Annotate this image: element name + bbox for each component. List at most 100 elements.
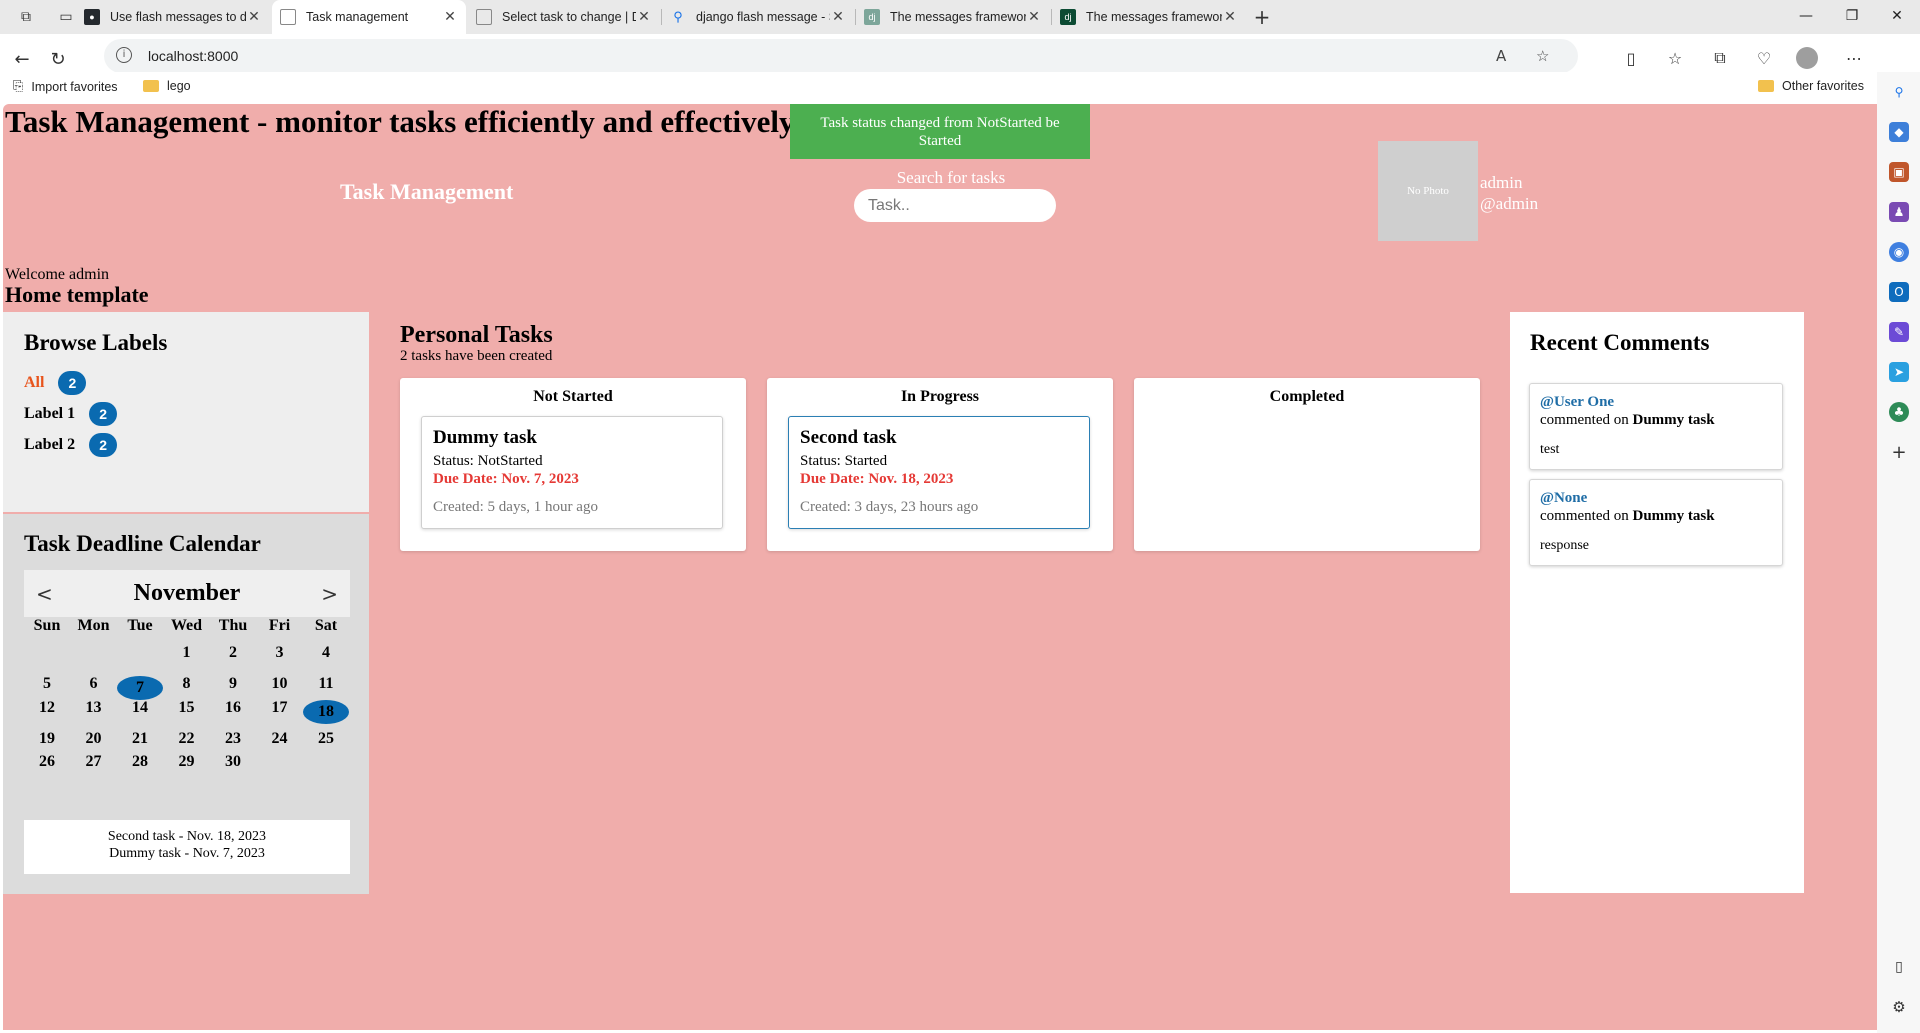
avatar[interactable]: No Photo — [1378, 141, 1478, 241]
folder-icon — [1758, 80, 1774, 92]
column-title: In Progress — [900, 388, 980, 405]
calendar-day[interactable]: 17 — [257, 696, 303, 720]
calendar-day[interactable]: 6 — [71, 672, 117, 696]
prev-month-button[interactable]: < — [36, 582, 53, 606]
tools-icon[interactable]: ▣ — [1889, 162, 1909, 182]
calendar-day[interactable]: 28 — [117, 750, 163, 774]
close-tab-icon[interactable]: ✕ — [636, 9, 652, 25]
restore-icon[interactable]: ❐ — [1829, 0, 1875, 32]
calendar-day[interactable]: 30 — [210, 750, 256, 774]
tab-github[interactable]: ● Use flash messages to display up ✕ — [76, 0, 270, 34]
close-tab-icon[interactable]: ✕ — [1026, 9, 1042, 25]
url-field[interactable]: i localhost:8000 A ☆ — [104, 39, 1578, 73]
brand-link[interactable]: Task Management — [340, 179, 513, 205]
next-month-button[interactable]: > — [321, 582, 338, 606]
calendar-day[interactable]: 19 — [24, 727, 70, 751]
tab-django-admin[interactable]: Select task to change | Django si ✕ — [468, 0, 660, 34]
profile-icon[interactable] — [1795, 46, 1819, 70]
read-aloud-icon[interactable]: A — [1496, 47, 1506, 65]
user-name[interactable]: admin — [1480, 172, 1523, 193]
favorites-icon[interactable]: ☆ — [1663, 46, 1687, 70]
calendar-day[interactable]: 27 — [71, 750, 117, 774]
calendar-day[interactable]: 1 — [164, 641, 210, 665]
outlook-icon[interactable]: O — [1889, 282, 1909, 302]
comment-user-link[interactable]: @User One — [1540, 393, 1772, 411]
tab-search[interactable]: ⚲ django flash message - Search ✕ — [662, 0, 854, 34]
calendar-day[interactable]: 10 — [257, 672, 303, 696]
shopping-icon[interactable]: ◆ — [1889, 122, 1909, 142]
label-2[interactable]: Label 2 2 — [24, 433, 118, 457]
url-text[interactable]: localhost:8000 — [148, 48, 238, 64]
calendar-day[interactable]: 29 — [164, 750, 210, 774]
close-tab-icon[interactable]: ✕ — [246, 9, 262, 25]
calendar-day[interactable]: 22 — [164, 727, 210, 751]
new-tab-icon[interactable]: + — [1252, 5, 1272, 29]
calendar-day[interactable]: 2 — [210, 641, 256, 665]
search-icon[interactable]: ⚲ — [1889, 82, 1909, 102]
other-favorites-link[interactable]: Other favorites — [1758, 79, 1864, 93]
calendar-day[interactable]: 26 — [24, 750, 70, 774]
calendar-day[interactable]: 16 — [210, 696, 256, 720]
more-options-icon[interactable]: ⋯ — [1842, 46, 1866, 70]
close-tab-icon[interactable]: ✕ — [442, 9, 458, 25]
sidebar-toggle-icon[interactable]: ▯ — [1889, 957, 1909, 977]
label-count-badge: 2 — [58, 371, 87, 395]
back-icon[interactable]: ← — [6, 43, 38, 75]
task-created: Created: 3 days, 23 hours ago — [800, 499, 979, 515]
site-info-icon[interactable]: i — [116, 47, 132, 63]
calendar-day[interactable]: 25 — [303, 727, 349, 751]
collections-icon[interactable]: ⧉ — [1708, 46, 1732, 70]
workspaces-icon[interactable]: ⧉ — [16, 7, 36, 27]
weekday-label: Sun — [33, 617, 61, 634]
task-card[interactable]: Dummy task Status: NotStarted Due Date: … — [421, 416, 723, 529]
favorite-star-icon[interactable]: ☆ — [1536, 47, 1549, 65]
tree-icon[interactable]: ♣ — [1889, 402, 1909, 422]
user-handle[interactable]: @admin — [1480, 193, 1538, 214]
close-window-icon[interactable]: ✕ — [1874, 0, 1920, 32]
close-tab-icon[interactable]: ✕ — [1222, 9, 1238, 25]
close-tab-icon[interactable]: ✕ — [830, 9, 846, 25]
add-icon[interactable]: + — [1889, 442, 1909, 463]
minimize-icon[interactable]: — — [1783, 0, 1829, 32]
designer-icon[interactable]: ✎ — [1889, 322, 1909, 342]
page-icon — [476, 9, 492, 25]
bookmark-lego[interactable]: lego — [143, 79, 191, 93]
calendar-day[interactable]: 9 — [210, 672, 256, 696]
games-icon[interactable]: ♟ — [1889, 202, 1909, 222]
comment-meta: commented on Dummy task — [1540, 412, 1715, 428]
comment-task-link[interactable]: Dummy task — [1632, 412, 1714, 428]
calendar-day[interactable]: 21 — [117, 727, 163, 751]
reload-icon[interactable]: ↻ — [42, 43, 74, 75]
flash-message: Task status changed from NotStarted be S… — [790, 104, 1090, 159]
tab-django-docs-1[interactable]: dj The messages framework | Djang ✕ — [856, 0, 1050, 34]
office-icon[interactable]: ◉ — [1889, 242, 1909, 262]
comment-task-link[interactable]: Dummy task — [1632, 508, 1714, 524]
settings-icon[interactable]: ⚙ — [1889, 997, 1909, 1017]
calendar-day[interactable]: 13 — [71, 696, 117, 720]
calendar-day[interactable]: 18 — [303, 700, 349, 724]
calendar-day[interactable]: 23 — [210, 727, 256, 751]
calendar-day[interactable]: 5 — [24, 672, 70, 696]
calendar-day[interactable]: 4 — [303, 641, 349, 665]
comment-user-link[interactable]: @None — [1540, 489, 1772, 507]
label-all[interactable]: All 2 — [24, 371, 87, 395]
calendar-day[interactable]: 15 — [164, 696, 210, 720]
calendar-day[interactable]: 8 — [164, 672, 210, 696]
search-input[interactable] — [854, 189, 1056, 222]
calendar-day[interactable]: 24 — [257, 727, 303, 751]
tab-django-docs-2[interactable]: dj The messages framework | Djang ✕ — [1052, 0, 1246, 34]
calendar-day[interactable]: 12 — [24, 696, 70, 720]
calendar-day[interactable]: 14 — [117, 696, 163, 720]
vertical-tabs-icon[interactable]: ▭ — [56, 7, 76, 27]
label-1[interactable]: Label 1 2 — [24, 402, 118, 426]
send-icon[interactable]: ➤ — [1889, 362, 1909, 382]
task-card[interactable]: Second task Status: Started Due Date: No… — [788, 416, 1090, 529]
task-status: Status: NotStarted — [433, 453, 543, 469]
import-favorites-link[interactable]: ⎘ Import favorites — [13, 79, 118, 94]
calendar-day[interactable]: 20 — [71, 727, 117, 751]
extensions-icon[interactable]: ♡ — [1752, 46, 1776, 70]
tab-task-management[interactable]: Task management ✕ — [272, 0, 466, 34]
calendar-day[interactable]: 11 — [303, 672, 349, 696]
split-screen-icon[interactable]: ▯ — [1619, 46, 1643, 70]
calendar-day[interactable]: 3 — [257, 641, 303, 665]
